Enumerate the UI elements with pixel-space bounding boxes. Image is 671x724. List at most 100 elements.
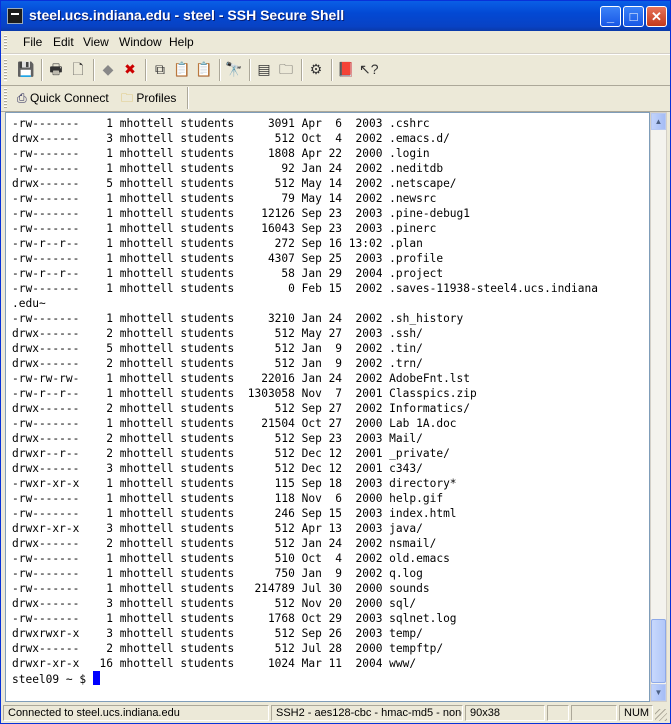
find-icon[interactable]: 🔭 bbox=[225, 60, 243, 78]
menu-file[interactable]: File bbox=[23, 35, 42, 49]
menubar-grip[interactable] bbox=[4, 35, 7, 49]
terminal-line: .edu~ bbox=[12, 297, 46, 310]
toolbar-separator bbox=[145, 59, 147, 81]
disconnect-icon[interactable]: ✖ bbox=[121, 60, 139, 78]
num-lock-status: NUM bbox=[619, 705, 653, 721]
toolbar-separator bbox=[331, 59, 333, 81]
terminal-line: -rw------- 1 mhottell students 12126 Sep… bbox=[12, 207, 471, 220]
main-toolbar: 💾 🖶 🗋 ◆ ✖ ⧉ 📋 📋 🔭 ▤ 🗀 ⚙ 📕 ↖? bbox=[1, 54, 670, 86]
menu-view[interactable]: View bbox=[83, 35, 109, 49]
file-transfer-icon[interactable]: 🗀 bbox=[277, 60, 295, 78]
terminal-line: drwxr-xr-x 3 mhottell students 512 Apr 1… bbox=[12, 522, 423, 535]
settings-icon[interactable]: ⚙ bbox=[307, 60, 325, 78]
terminal-line: -rwxr-xr-x 1 mhottell students 115 Sep 1… bbox=[12, 477, 457, 490]
terminal-line: drwx------ 2 mhottell students 512 Jan 2… bbox=[12, 537, 437, 550]
scroll-down-button[interactable]: ▼ bbox=[651, 684, 666, 701]
terminal-line: drwx------ 3 mhottell students 512 Nov 2… bbox=[12, 597, 417, 610]
terminal-line: -rw------- 1 mhottell students 16043 Sep… bbox=[12, 222, 437, 235]
terminal-app-icon[interactable] bbox=[7, 8, 23, 24]
profiles-button[interactable]: 🗀 Profiles bbox=[121, 88, 176, 108]
title-bar[interactable]: steel.ucs.indiana.edu - steel - SSH Secu… bbox=[1, 1, 670, 31]
terminal-line: drwx------ 3 mhottell students 512 Oct 4… bbox=[12, 132, 450, 145]
paste-alt-icon[interactable]: 📋 bbox=[195, 60, 213, 78]
terminal-line: -rw-r--r-- 1 mhottell students 58 Jan 29… bbox=[12, 267, 444, 280]
terminal-line: -rw------- 1 mhottell students 750 Jan 9… bbox=[12, 567, 423, 580]
terminal-line: drwx------ 2 mhottell students 512 Sep 2… bbox=[12, 402, 471, 415]
terminal-line: -rw------- 1 mhottell students 1808 Apr … bbox=[12, 147, 430, 160]
profiles-toolbar: ⎙ Quick Connect 🗀 Profiles bbox=[1, 85, 670, 112]
window-title: steel.ucs.indiana.edu - steel - SSH Secu… bbox=[29, 7, 345, 23]
toolbar-separator bbox=[41, 59, 43, 81]
terminal-size-status: 90x38 bbox=[465, 705, 545, 721]
terminal-line: drwx------ 3 mhottell students 512 Dec 1… bbox=[12, 462, 423, 475]
copy-icon[interactable]: ⧉ bbox=[151, 60, 169, 78]
toolbar-separator bbox=[219, 59, 221, 81]
terminal-line: -rw------- 1 mhottell students 4307 Sep … bbox=[12, 252, 444, 265]
print-preview-icon[interactable]: 🗋 bbox=[69, 60, 87, 78]
terminal-output: -rw------- 1 mhottell students 3091 Apr … bbox=[12, 116, 598, 686]
folder-icon: 🗀 bbox=[121, 91, 134, 105]
terminal-line: drwxr--r-- 2 mhottell students 512 Dec 1… bbox=[12, 447, 450, 460]
toolbar-grip[interactable] bbox=[4, 88, 7, 108]
terminal-line: -rw------- 1 mhottell students 1768 Oct … bbox=[12, 612, 457, 625]
close-button[interactable]: ✕ bbox=[646, 6, 667, 27]
context-help-icon[interactable]: ↖? bbox=[359, 60, 379, 78]
scroll-up-button[interactable]: ▲ bbox=[651, 113, 666, 130]
menu-edit[interactable]: Edit bbox=[53, 35, 74, 49]
terminal-line: -rw------- 1 mhottell students 92 Jan 24… bbox=[12, 162, 444, 175]
terminal-prompt-line: steel09 ~ $ bbox=[12, 671, 598, 686]
terminal-line: -rw------- 1 mhottell students 510 Oct 4… bbox=[12, 552, 450, 565]
minimize-icon: _ bbox=[606, 9, 615, 24]
terminal-line: drwx------ 2 mhottell students 512 May 2… bbox=[12, 327, 423, 340]
toolbar-separator bbox=[249, 59, 251, 81]
cipher-status: SSH2 - aes128-cbc - hmac-md5 - none bbox=[271, 705, 463, 721]
terminal-line: -rw------- 1 mhottell students 118 Nov 6… bbox=[12, 492, 444, 505]
scroll-thumb[interactable] bbox=[651, 619, 666, 683]
terminal-line: -rw------- 1 mhottell students 246 Sep 1… bbox=[12, 507, 457, 520]
print-icon[interactable]: 🖶 bbox=[47, 60, 65, 78]
terminal-line: -rw-r--r-- 1 mhottell students 272 Sep 1… bbox=[12, 237, 423, 250]
menu-window[interactable]: Window bbox=[119, 35, 162, 49]
terminal-line: -rw------- 1 mhottell students 3210 Jan … bbox=[12, 312, 464, 325]
vertical-scrollbar[interactable]: ▲ ▼ bbox=[650, 112, 667, 702]
terminal-line: drwx------ 2 mhottell students 512 Sep 2… bbox=[12, 432, 423, 445]
text-cursor bbox=[92, 671, 100, 685]
scroll-down-icon: ▼ bbox=[654, 688, 663, 697]
save-icon[interactable]: 💾 bbox=[17, 60, 35, 78]
toolbar-separator bbox=[93, 59, 95, 81]
shell-prompt: steel09 ~ $ bbox=[12, 673, 93, 686]
close-icon: ✕ bbox=[651, 9, 662, 24]
toolbar-grip[interactable] bbox=[4, 59, 7, 81]
new-terminal-icon[interactable]: ▤ bbox=[255, 60, 273, 78]
quick-connect-button[interactable]: ⎙ Quick Connect bbox=[17, 88, 109, 108]
terminal-line: -rw-rw-rw- 1 mhottell students 22016 Jan… bbox=[12, 372, 471, 385]
maximize-icon: □ bbox=[629, 9, 638, 24]
ssh-window: steel.ucs.indiana.edu - steel - SSH Secu… bbox=[0, 0, 671, 724]
maximize-button[interactable]: □ bbox=[623, 6, 644, 27]
toolbar-separator bbox=[301, 59, 303, 81]
terminal-line: -rw------- 1 mhottell students 0 Feb 15 … bbox=[12, 282, 598, 295]
profiles-label: Profiles bbox=[136, 91, 177, 105]
menu-help[interactable]: Help bbox=[169, 35, 194, 49]
terminal-line: drwx------ 5 mhottell students 512 May 1… bbox=[12, 177, 457, 190]
terminal-line: -rw------- 1 mhottell students 214789 Ju… bbox=[12, 582, 430, 595]
paste-icon[interactable]: 📋 bbox=[173, 60, 191, 78]
lock-status-icon bbox=[547, 705, 569, 721]
terminal-line: drwxrwxr-x 3 mhottell students 512 Sep 2… bbox=[12, 627, 423, 640]
terminal-line: drwx------ 2 mhottell students 512 Jul 2… bbox=[12, 642, 444, 655]
scroll-up-icon: ▲ bbox=[654, 117, 663, 126]
minimize-button[interactable]: _ bbox=[600, 6, 621, 27]
status-bar: Connected to steel.ucs.indiana.edu SSH2 … bbox=[1, 703, 670, 723]
quick-connect-icon: ⎙ bbox=[17, 91, 27, 105]
resize-grip[interactable] bbox=[655, 709, 667, 721]
terminal-line: -rw-r--r-- 1 mhottell students 1303058 N… bbox=[12, 387, 477, 400]
connect-icon[interactable]: ◆ bbox=[99, 60, 117, 78]
toolbar-separator bbox=[187, 87, 189, 109]
help-book-icon[interactable]: 📕 bbox=[337, 60, 355, 78]
status-empty bbox=[571, 705, 617, 721]
terminal-line: -rw------- 1 mhottell students 21504 Oct… bbox=[12, 417, 457, 430]
terminal-line: drwxr-xr-x 16 mhottell students 1024 Mar… bbox=[12, 657, 417, 670]
terminal-area[interactable]: -rw------- 1 mhottell students 3091 Apr … bbox=[5, 112, 650, 702]
terminal-line: drwx------ 2 mhottell students 512 Jan 9… bbox=[12, 357, 423, 370]
terminal-line: drwx------ 5 mhottell students 512 Jan 9… bbox=[12, 342, 423, 355]
